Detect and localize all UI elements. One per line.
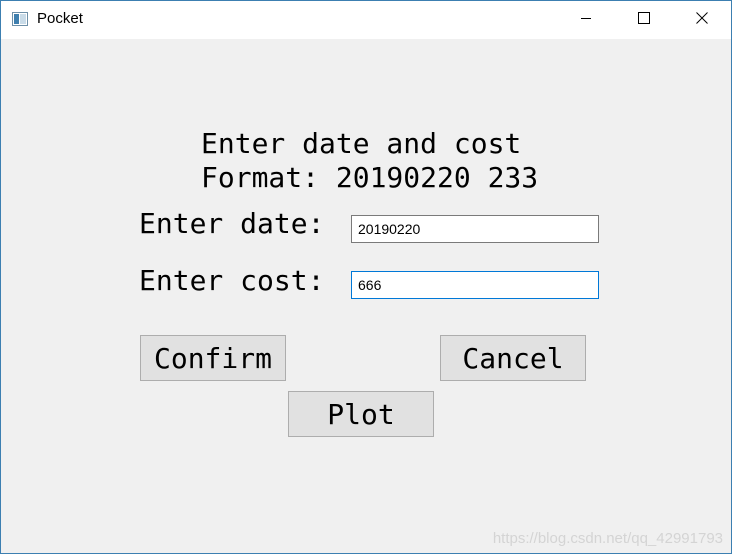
app-window: Pocket Enter date and cost Format: 20190…	[0, 0, 732, 554]
minimize-button[interactable]	[557, 1, 615, 39]
cost-input[interactable]	[351, 271, 599, 299]
cost-label: Enter cost:	[139, 264, 325, 297]
plot-button[interactable]: Plot	[288, 391, 434, 437]
app-window-icon	[12, 12, 28, 26]
date-input[interactable]	[351, 215, 599, 243]
form-area: Enter date and cost Format: 20190220 233…	[1, 39, 731, 553]
close-button[interactable]	[673, 1, 731, 39]
maximize-icon	[638, 11, 650, 29]
form-heading: Enter date and cost	[201, 127, 522, 160]
confirm-button[interactable]: Confirm	[140, 335, 286, 381]
minimize-icon	[580, 11, 592, 29]
close-icon	[696, 11, 708, 29]
window-title: Pocket	[37, 10, 83, 27]
cancel-button[interactable]: Cancel	[440, 335, 586, 381]
format-hint: Format: 20190220 233	[201, 161, 539, 194]
maximize-button[interactable]	[615, 1, 673, 39]
title-bar[interactable]: Pocket	[1, 1, 731, 39]
watermark: https://blog.csdn.net/qq_42991793	[492, 530, 723, 547]
date-label: Enter date:	[139, 207, 325, 240]
